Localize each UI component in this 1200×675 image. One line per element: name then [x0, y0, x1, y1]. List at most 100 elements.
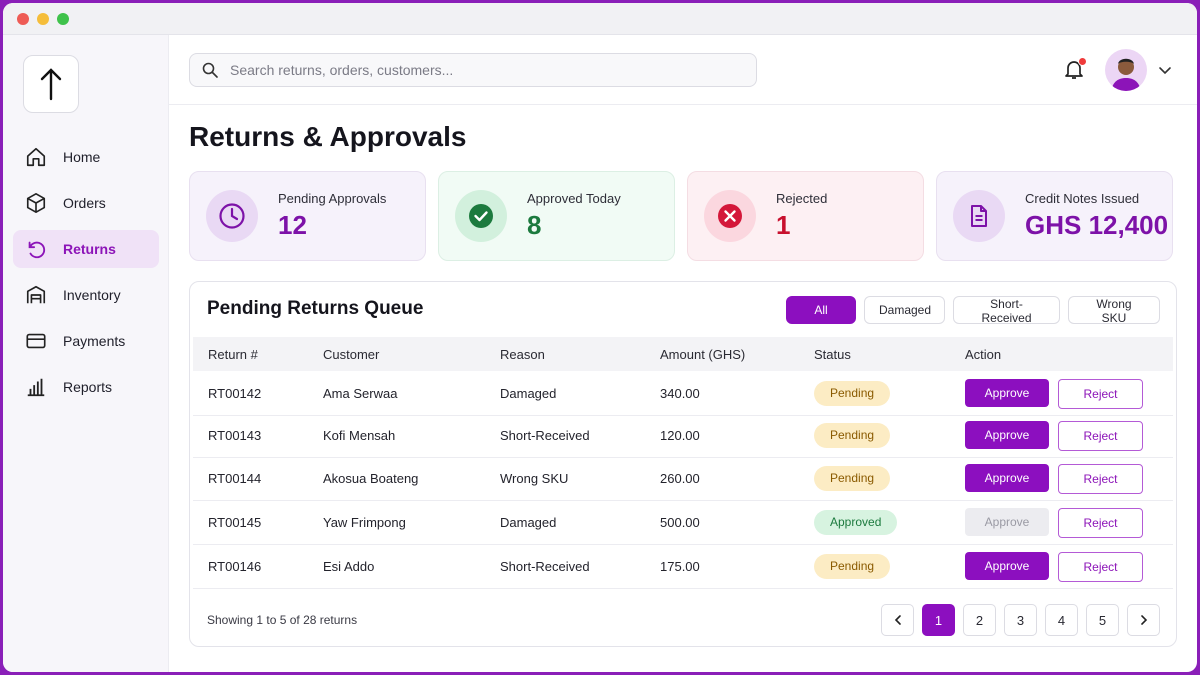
stat-label: Credit Notes Issued	[1025, 191, 1140, 206]
sidebar-item-label: Reports	[63, 379, 113, 395]
bar-chart-icon	[27, 378, 45, 397]
notifications-button[interactable]	[1062, 57, 1088, 83]
filter-all[interactable]: All	[786, 296, 856, 324]
stat-icon-wrap	[953, 190, 1005, 242]
customer-name: Yaw Frimpong	[323, 515, 406, 530]
table-row: RT00143 Kofi Mensah Short-Received 120.0…	[193, 414, 1173, 458]
search-bar[interactable]	[189, 53, 757, 87]
return-reason: Wrong SKU	[500, 471, 569, 486]
return-reason: Damaged	[500, 515, 557, 530]
page-title: Returns & Approvals	[189, 121, 467, 152]
sidebar-item-label: Orders	[63, 195, 106, 211]
status-badge: Pending	[814, 466, 891, 491]
avatar[interactable]	[1105, 49, 1147, 91]
return-id: RT00143	[208, 428, 262, 443]
sidebar-item-orders[interactable]: Orders	[13, 184, 159, 222]
sidebar-item-returns[interactable]: Returns	[13, 230, 159, 268]
column-header: Action	[965, 346, 1002, 362]
notification-dot	[1078, 57, 1087, 66]
filter-group: All Damaged Short-Received Wrong SKU	[786, 296, 1160, 325]
chevron-down-icon[interactable]	[1157, 62, 1173, 78]
status-badge: Pending	[814, 554, 891, 579]
main-content: Returns & Approvals Pending Approvals 12…	[189, 105, 1177, 647]
filter-damaged[interactable]: Damaged	[864, 296, 945, 324]
check-circle-icon	[469, 204, 493, 228]
page-button[interactable]: 1	[922, 604, 955, 636]
maximize-window-button[interactable]	[57, 12, 69, 25]
filter-short-received[interactable]: Short-Received	[953, 296, 1060, 325]
approve-button[interactable]: Approve	[965, 463, 1049, 492]
table-header: Return # Customer Reason Amount (GHS) St…	[193, 337, 1173, 371]
approve-button[interactable]: Approve	[965, 420, 1049, 449]
title-bar	[3, 3, 1197, 35]
return-id: RT00146	[208, 559, 262, 574]
sidebar-item-home[interactable]: Home	[13, 138, 159, 176]
return-id: RT00142	[208, 386, 262, 401]
table-row: RT00142 Ama Serwaa Damaged 340.00 Pendin…	[193, 372, 1173, 416]
reject-button[interactable]: Reject	[1058, 463, 1143, 494]
close-window-button[interactable]	[17, 12, 29, 25]
page-button[interactable]: 2	[963, 604, 996, 636]
approve-button: Approve	[965, 507, 1049, 536]
stat-card-credit-notes: Credit Notes Issued GHS 12,400	[936, 171, 1173, 261]
next-page-button[interactable]	[1127, 604, 1160, 636]
column-header: Status	[814, 346, 851, 362]
clock-icon	[219, 203, 245, 229]
minimize-window-button[interactable]	[37, 12, 49, 25]
return-amount: 500.00	[660, 515, 700, 530]
return-reason: Short-Received	[500, 559, 590, 574]
approve-button[interactable]: Approve	[965, 378, 1049, 407]
return-amount: 120.00	[660, 428, 700, 443]
stat-card-pending: Pending Approvals 12	[189, 171, 426, 261]
column-header: Reason	[500, 346, 545, 362]
customer-name: Ama Serwaa	[323, 386, 398, 401]
return-reason: Short-Received	[500, 428, 590, 443]
reject-button[interactable]: Reject	[1058, 378, 1143, 409]
sidebar: Home Orders Returns Inventory Payments R…	[3, 35, 169, 672]
customer-name: Akosua Boateng	[323, 471, 419, 486]
filter-wrong-sku[interactable]: Wrong SKU	[1068, 296, 1160, 325]
reject-button[interactable]: Reject	[1058, 420, 1143, 451]
stat-card-approved: Approved Today 8	[438, 171, 675, 261]
table-row: RT00146 Esi Addo Short-Received 175.00 P…	[193, 545, 1173, 589]
return-id: RT00145	[208, 515, 262, 530]
approve-button[interactable]: Approve	[965, 551, 1049, 580]
stat-label: Rejected	[776, 191, 828, 206]
sidebar-item-label: Returns	[63, 241, 116, 257]
pagination-summary: Showing 1 to 5 of 28 returns	[207, 613, 358, 627]
stat-value: 12	[278, 210, 307, 240]
box-icon	[26, 193, 46, 213]
user-avatar-icon	[1111, 58, 1141, 91]
arrow-up-logo-icon	[40, 68, 62, 101]
app-logo[interactable]	[23, 55, 79, 113]
sidebar-item-payments[interactable]: Payments	[13, 322, 159, 360]
stat-icon-wrap	[704, 190, 756, 242]
sidebar-item-inventory[interactable]: Inventory	[13, 276, 159, 314]
search-input[interactable]	[230, 62, 730, 78]
page-button[interactable]: 4	[1045, 604, 1078, 636]
stat-label: Pending Approvals	[278, 191, 387, 206]
sidebar-item-label: Inventory	[63, 287, 121, 303]
return-amount: 260.00	[660, 471, 700, 486]
queue-title: Pending Returns Queue	[207, 298, 424, 319]
reject-button[interactable]: Reject	[1058, 551, 1143, 582]
status-badge: Pending	[814, 423, 891, 448]
page-button[interactable]: 5	[1086, 604, 1119, 636]
stat-value: GHS 12,400	[1025, 210, 1169, 240]
document-icon	[971, 205, 987, 227]
column-header: Return #	[208, 346, 258, 362]
pagination: 1 2 3 4 5	[881, 604, 1160, 636]
sidebar-item-reports[interactable]: Reports	[13, 368, 159, 406]
prev-page-button[interactable]	[881, 604, 914, 636]
sidebar-item-label: Payments	[63, 333, 126, 349]
status-badge: Pending	[814, 381, 891, 406]
page-button[interactable]: 3	[1004, 604, 1037, 636]
reject-button[interactable]: Reject	[1058, 507, 1143, 538]
app-window: Home Orders Returns Inventory Payments R…	[3, 3, 1197, 672]
table-row: RT00145 Yaw Frimpong Damaged 500.00 Appr…	[193, 501, 1173, 545]
stat-value: 8	[527, 210, 542, 240]
return-amount: 340.00	[660, 386, 700, 401]
x-circle-icon	[718, 204, 742, 228]
sidebar-nav: Home Orders Returns Inventory Payments R…	[13, 138, 159, 414]
stat-card-rejected: Rejected 1	[687, 171, 924, 261]
